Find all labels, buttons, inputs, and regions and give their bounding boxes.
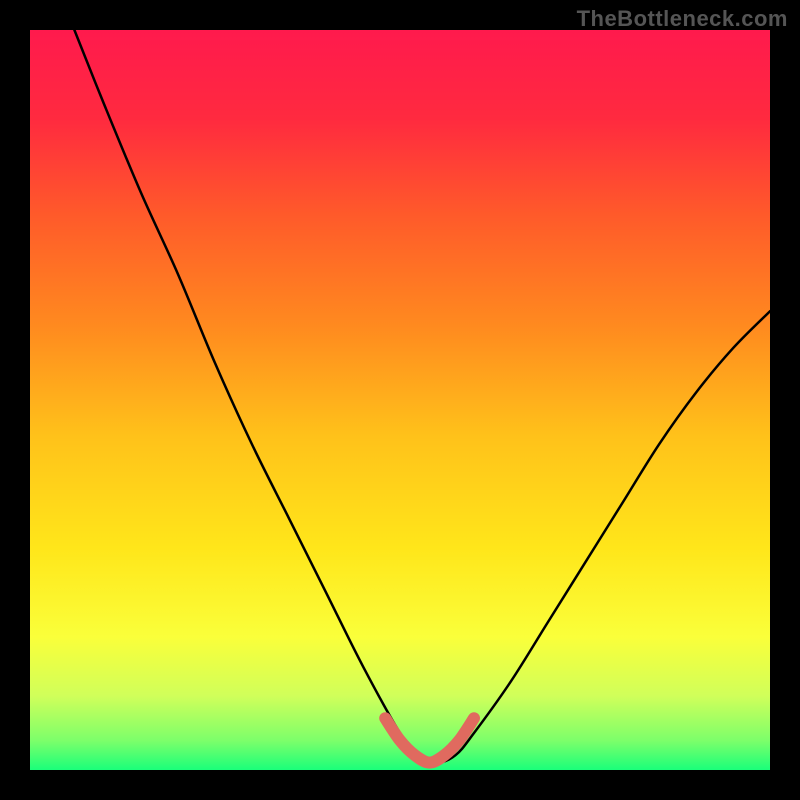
plot-background (30, 30, 770, 770)
watermark-text: TheBottleneck.com (577, 6, 788, 32)
bottleneck-chart (0, 0, 800, 800)
chart-stage: TheBottleneck.com (0, 0, 800, 800)
